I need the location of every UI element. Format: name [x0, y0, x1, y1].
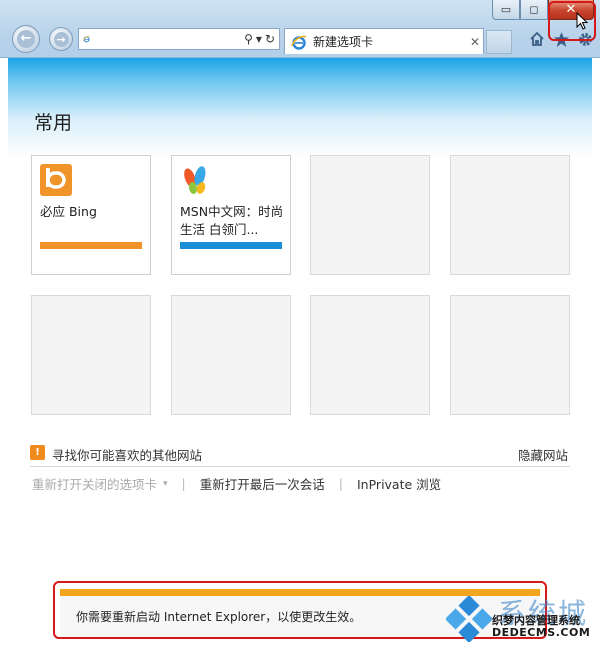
new-tab-page: 常用 必应 Bing MSN中文网：时尚生活 白领门... ! 寻找你可能喜欢的…	[8, 58, 592, 646]
address-bar: ⚲ ▾ ↻	[78, 28, 280, 50]
suggest-sites-row: ! 寻找你可能喜欢的其他网站 隐藏网站	[30, 445, 570, 467]
new-tab-actions: 重新打开关闭的选项卡 ▾ | 重新打开最后一次会话 | InPrivate 浏览	[32, 474, 441, 493]
empty-tile[interactable]	[450, 295, 570, 415]
back-arrow-icon: ←	[17, 30, 35, 48]
empty-tile[interactable]	[31, 295, 151, 415]
home-icon[interactable]	[528, 30, 546, 48]
divider: |	[338, 476, 343, 491]
empty-tile[interactable]	[171, 295, 291, 415]
address-input[interactable]	[90, 30, 245, 48]
close-tab-icon[interactable]: ✕	[467, 35, 483, 49]
watermark-url: DEDECMS.COM	[492, 626, 591, 639]
forward-arrow-icon: →	[53, 31, 69, 47]
forward-button[interactable]: →	[49, 27, 73, 51]
address-tools: ⚲ ▾ ↻	[244, 32, 279, 46]
search-icon[interactable]: ⚲	[244, 32, 253, 46]
ie-logo-icon	[83, 36, 90, 43]
browser-chrome: ← → ⚲ ▾ ↻ 新建选项卡 ✕ ▭ ◻ ✕	[0, 0, 600, 58]
empty-tile[interactable]	[310, 295, 430, 415]
ie-logo-icon	[291, 35, 307, 50]
chevron-down-icon[interactable]: ▾	[256, 32, 262, 46]
site-tile-msn[interactable]: MSN中文网：时尚生活 白领门...	[171, 155, 291, 275]
suggested-sites-icon: !	[30, 445, 45, 460]
tab-label: 新建选项卡	[313, 35, 374, 49]
refresh-icon[interactable]: ↻	[265, 32, 275, 46]
chevron-down-icon[interactable]: ▾	[163, 479, 168, 489]
back-button[interactable]: ←	[12, 25, 40, 53]
new-tab-button[interactable]	[486, 30, 512, 54]
bing-logo-icon	[40, 164, 72, 196]
inprivate-browsing-link[interactable]: InPrivate 浏览	[357, 474, 441, 493]
suggest-sites-link[interactable]: 寻找你可能喜欢的其他网站	[52, 445, 202, 464]
tile-color-bar	[40, 242, 142, 249]
empty-tile[interactable]	[450, 155, 570, 275]
mouse-cursor-icon	[576, 12, 588, 30]
msn-butterfly-icon	[184, 166, 206, 194]
watermark-logo-icon	[446, 596, 492, 642]
tile-color-bar	[180, 242, 282, 249]
minimize-button[interactable]: ▭	[492, 0, 520, 20]
empty-tile[interactable]	[310, 155, 430, 275]
site-tile-bing[interactable]: 必应 Bing	[31, 155, 151, 275]
page-title: 常用	[34, 112, 73, 134]
reopen-closed-tabs-link[interactable]: 重新打开关闭的选项卡	[32, 474, 157, 493]
tile-label: MSN中文网：时尚生活 白领门...	[180, 204, 284, 237]
tab-new-tab[interactable]: 新建选项卡 ✕	[284, 28, 484, 54]
reopen-last-session-link[interactable]: 重新打开最后一次会话	[200, 474, 325, 493]
hide-sites-link[interactable]: 隐藏网站	[518, 445, 568, 464]
divider: |	[181, 476, 186, 491]
maximize-button[interactable]: ◻	[520, 0, 548, 20]
close-button-highlight	[548, 1, 596, 41]
tile-label: 必应 Bing	[40, 204, 97, 219]
